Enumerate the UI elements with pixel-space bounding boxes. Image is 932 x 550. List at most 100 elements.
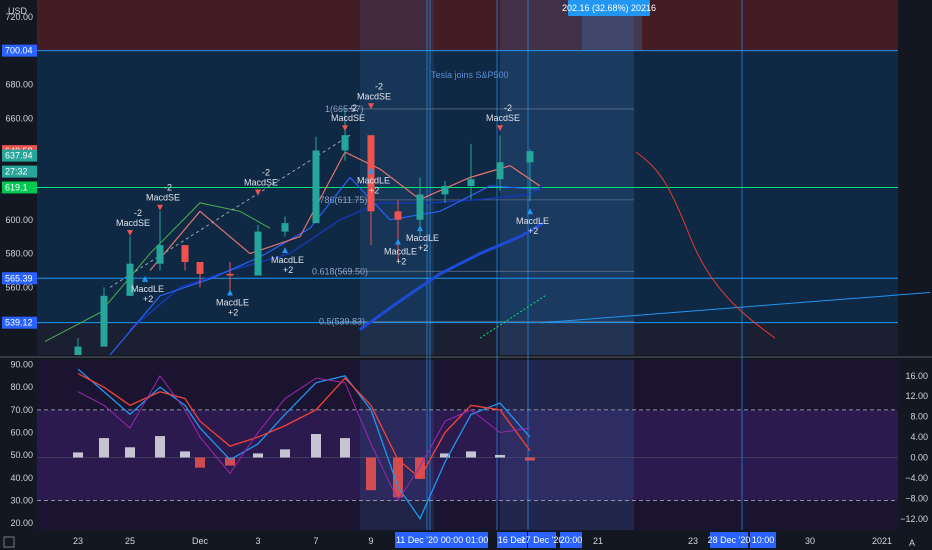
- candle-1[interactable]: [100, 287, 108, 347]
- time-highlight: 01:00: [466, 532, 489, 548]
- price-tag: 700.04: [2, 44, 37, 57]
- candle-body: [254, 231, 262, 276]
- osc-right-tick-label: −4.00: [905, 473, 928, 483]
- price-tag: 27:32: [2, 165, 37, 178]
- range-tooltip-text: 202.16 (32.68%) 20216: [562, 3, 656, 13]
- price-tick-label: 660.00: [5, 113, 33, 123]
- candle-body: [156, 245, 164, 264]
- signal-prefix: +2: [228, 307, 238, 317]
- histogram-bar: [99, 438, 109, 458]
- time-tick-label: 9: [368, 536, 373, 546]
- osc-right-axis-bg: [898, 360, 932, 530]
- event-annotation-label: Tesla joins S&P500: [431, 70, 509, 80]
- price-tick-label: 580.00: [5, 249, 33, 259]
- signal-prefix: +2: [143, 294, 153, 304]
- osc-right-tick-label: −12.00: [900, 514, 928, 524]
- price-tag-text: 565.39: [5, 273, 33, 283]
- time-highlight-text: 28 Dec '20: [708, 535, 751, 545]
- signal-label: MacdLE: [384, 247, 417, 257]
- auto-scale-icon: A: [909, 538, 915, 548]
- signal-label: MacdLE: [516, 216, 549, 226]
- time-tick-label: 25: [125, 536, 135, 546]
- candle-7[interactable]: [254, 224, 262, 276]
- range-tooltip: 202.16 (32.68%) 20216: [562, 0, 656, 16]
- osc-right-tick-label: 8.00: [910, 412, 928, 422]
- price-tag: 565.39: [2, 272, 37, 285]
- candle-body: [341, 135, 349, 151]
- histogram-bar: [195, 457, 205, 468]
- chart-background: [0, 0, 932, 550]
- histogram-bar: [280, 449, 290, 458]
- osc-tick-label: 50.00: [10, 450, 33, 460]
- signal-prefix: -2: [262, 167, 270, 177]
- price-tag: 637.94: [2, 149, 37, 162]
- osc-right-tick-label: −8.00: [905, 493, 928, 503]
- time-tick-label: Dec: [192, 536, 209, 546]
- signal-label: MacdSE: [244, 177, 278, 187]
- osc-right-tick-label: 16.00: [905, 371, 928, 381]
- price-tick-label: 600.00: [5, 215, 33, 225]
- histogram-bar: [525, 457, 535, 461]
- price-tag: 539.12: [2, 316, 37, 329]
- histogram-bar: [366, 457, 376, 491]
- osc-right-tick-label: 12.00: [905, 391, 928, 401]
- histogram-bar: [340, 438, 350, 458]
- osc-right-tick-label: 0.00: [910, 453, 928, 463]
- time-highlight: 10:00: [750, 532, 776, 548]
- osc-tick-label: 20.00: [10, 518, 33, 528]
- price-tag-text: 637.94: [5, 151, 33, 161]
- candle-body: [312, 150, 320, 224]
- candle-body: [100, 295, 108, 347]
- signal-label: MacdSE: [357, 91, 391, 101]
- signal-prefix: +2: [418, 243, 428, 253]
- signal-prefix: +2: [283, 265, 293, 275]
- candle-body: [74, 346, 82, 355]
- signal-prefix: -2: [349, 103, 357, 113]
- time-tick-label: 2021: [872, 536, 892, 546]
- candle-body: [416, 194, 424, 220]
- signal-label: MacdSE: [146, 193, 180, 203]
- time-tick-label: 3: [255, 536, 260, 546]
- histogram-bar: [495, 454, 505, 458]
- signal-label: MacdLE: [131, 284, 164, 294]
- osc-tick-label: 90.00: [10, 360, 33, 370]
- time-highlight-text: 01:00: [466, 535, 489, 545]
- histogram-bar: [253, 453, 263, 458]
- signal-prefix: -2: [375, 81, 383, 91]
- signal-label: MacdSE: [116, 218, 150, 228]
- signal-prefix: +2: [369, 186, 379, 196]
- signal-label: MacdLE: [406, 233, 439, 243]
- upper-zone: [37, 0, 898, 51]
- price-tag-text: 539.12: [5, 318, 33, 328]
- candle-body: [281, 223, 289, 232]
- osc-tick-label: 70.00: [10, 405, 33, 415]
- candle-body: [196, 262, 204, 274]
- candle-body: [181, 245, 189, 263]
- time-highlight-text: 10:00: [752, 535, 775, 545]
- price-tag-text: 700.04: [5, 46, 33, 56]
- time-tick-label: 23: [73, 536, 83, 546]
- time-highlight-text: 17 Dec '20: [521, 535, 564, 545]
- candle-body: [226, 273, 234, 276]
- histogram-bar: [180, 451, 190, 458]
- fib-label: 0.5(539.83): [319, 316, 365, 326]
- signal-label: MacdLE: [357, 176, 390, 186]
- histogram-bar: [311, 434, 321, 458]
- price-tick-label: 680.00: [5, 80, 33, 90]
- price-tag: 619.1: [2, 181, 37, 194]
- candle-body: [526, 151, 534, 163]
- time-tick-label: 21: [593, 536, 603, 546]
- stock-chart[interactable]: 1(665.57)0.786(611.75)0.618(569.50)0.5(5…: [0, 0, 932, 550]
- signal-prefix: -2: [164, 183, 172, 193]
- osc-highlight-band-2: [500, 360, 634, 530]
- candle-body: [441, 185, 449, 195]
- signal-label: MacdLE: [271, 255, 304, 265]
- signal-prefix: +2: [396, 257, 406, 267]
- histogram-bar: [125, 447, 135, 458]
- candle-body: [496, 162, 504, 180]
- candle-body: [467, 179, 475, 186]
- osc-right-tick-label: 4.00: [910, 432, 928, 442]
- time-highlight-text: 00:00: [441, 535, 464, 545]
- osc-tick-label: 40.00: [10, 473, 33, 483]
- osc-tick-label: 60.00: [10, 428, 33, 438]
